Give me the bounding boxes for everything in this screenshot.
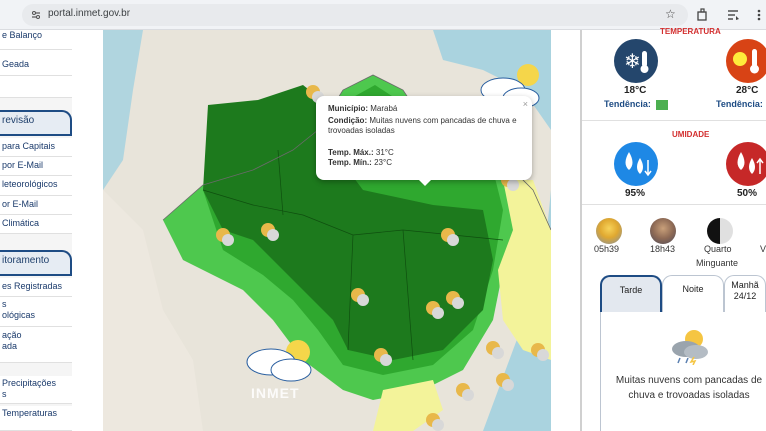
reading-list-icon[interactable]: [726, 8, 740, 22]
sidebar-item-label: ação: [2, 330, 22, 340]
sidebar-item-label: s: [2, 299, 7, 309]
sidebar-item-label: Precipitações: [2, 378, 57, 388]
sunrise-icon: [596, 218, 622, 244]
popup-condicao-label: Condição:: [328, 116, 368, 125]
popup-tmax-value: 31°C: [375, 148, 394, 157]
section-divider: [582, 204, 766, 205]
bookmark-star-icon[interactable]: ☆: [665, 7, 676, 21]
city-popup[interactable]: × Município: Marabá Condição: Muitas nuv…: [316, 96, 532, 186]
sidebar-item-label: Geada: [2, 59, 30, 69]
sidebar-section-previsao[interactable]: revisão: [0, 110, 72, 136]
forecast-panel: TEMPERATURA ❄ 18°C Tendência: 28°C Tendê…: [582, 27, 766, 431]
weather-map[interactable]: INMET: [103, 30, 551, 431]
sidebar-item-label: leteorológicos: [2, 179, 58, 189]
sidebar-item-climatica[interactable]: Climática: [0, 215, 72, 234]
sidebar-item-label: por E-Mail: [2, 160, 44, 170]
url-text[interactable]: portal.inmet.gov.br: [48, 8, 130, 19]
trend-label-min: Tendência:: [604, 99, 651, 109]
max-humidity-value: 95%: [625, 188, 646, 199]
sidebar-item-meteorologicos[interactable]: leteorológicos: [0, 176, 72, 196]
min-temp-value: 18°C: [624, 85, 647, 96]
inmet-watermark: INMET: [251, 385, 300, 401]
sidebar-section-title: revisão: [2, 115, 35, 126]
sidebar-section-monitoramento[interactable]: itoramento: [0, 250, 72, 276]
sidebar-item-temperaturas[interactable]: Temperaturas: [0, 406, 72, 431]
map-canvas[interactable]: [103, 30, 551, 431]
thunderstorm-icon: [672, 330, 708, 365]
site-info-icon[interactable]: [30, 9, 42, 21]
sidebar-item-email[interactable]: por E-Mail: [0, 157, 72, 176]
browser-toolbar: portal.inmet.gov.br ☆: [0, 0, 766, 30]
sidebar-item-meteorologicas[interactable]: s ológicas: [0, 297, 72, 327]
moon-phase-icon: [707, 218, 733, 244]
tab-label: Noite: [682, 284, 704, 294]
sidebar-item-label: Climática: [2, 218, 40, 228]
sidebar-item-label: ológicas: [2, 310, 36, 320]
sunrise-time: 05h39: [594, 244, 620, 254]
sidebar-item-label: s: [2, 389, 7, 399]
sidebar-item-label: or E-Mail: [2, 199, 39, 209]
left-sidebar: e Balanço Geada revisão para Capitais po…: [0, 30, 72, 431]
sunset-time: 18h43: [650, 244, 676, 254]
sidebar-item-geada[interactable]: Geada: [0, 50, 72, 76]
popup-close-button[interactable]: ×: [523, 99, 528, 109]
sidebar-item-estacao[interactable]: ação ada: [0, 327, 72, 363]
sidebar-item-label: ada: [2, 341, 18, 351]
forecast-description: Muitas nuvens com pancadas de chuva e tr…: [615, 375, 763, 401]
popup-tail: [418, 179, 432, 186]
sidebar-item-label: Temperaturas: [2, 408, 58, 418]
popup-municipio-label: Município:: [328, 104, 368, 113]
menu-kebab-icon[interactable]: [752, 8, 766, 22]
min-humidity-icon: [726, 142, 766, 186]
sidebar-item-registradas[interactable]: es Registradas: [0, 278, 72, 297]
sidebar-item-capitais[interactable]: para Capitais: [0, 138, 72, 157]
trend-stable-icon: [656, 100, 668, 110]
tab-label: Manhã: [731, 280, 759, 290]
popup-tmin-label: Temp. Mín.:: [328, 158, 372, 167]
moon-extra-label: V: [760, 244, 766, 254]
tab-manha[interactable]: Manhã 24/12: [724, 275, 766, 312]
sunset-icon: [650, 218, 676, 244]
popup-tmax-label: Temp. Máx.:: [328, 148, 374, 157]
page-gap: [551, 30, 580, 431]
extensions-icon[interactable]: [696, 8, 710, 22]
address-bar[interactable]: portal.inmet.gov.br ☆: [22, 4, 688, 26]
humidity-title: UMIDADE: [672, 130, 710, 139]
sidebar-item-label: para Capitais: [2, 141, 56, 151]
tab-tarde[interactable]: Tarde: [600, 275, 662, 312]
sidebar-item-label: es Registradas: [2, 281, 63, 291]
trend-label-max: Tendência:: [716, 99, 763, 109]
tab-noite[interactable]: Noite: [662, 275, 724, 312]
sidebar-item-por-email[interactable]: or E-Mail: [0, 196, 72, 215]
sidebar-section-title: itoramento: [2, 255, 50, 266]
moon-phase-label: Quarto: [704, 244, 732, 254]
sidebar-item-balanco[interactable]: e Balanço: [0, 30, 72, 50]
popup-municipio-value: Marabá: [370, 104, 398, 113]
min-temp-icon: ❄: [614, 39, 658, 83]
tab-date: 24/12: [733, 291, 757, 301]
temperature-title: TEMPERATURA: [660, 27, 721, 36]
map-gutter: [72, 30, 102, 431]
max-humidity-icon: [614, 142, 658, 186]
sidebar-item-blank[interactable]: [0, 76, 72, 98]
min-humidity-value: 50%: [737, 188, 758, 199]
popup-tmin-value: 23°C: [374, 158, 392, 167]
svg-text:❄: ❄: [624, 49, 641, 73]
tab-label: Tarde: [619, 285, 643, 295]
max-temp-value: 28°C: [736, 85, 759, 96]
sidebar-item-precipitacoes[interactable]: Precipitações s: [0, 376, 72, 404]
moon-phase-sub: Minguante: [696, 258, 739, 268]
max-temp-icon: [726, 39, 766, 83]
sidebar-item-label: e Balanço: [2, 30, 43, 40]
section-divider: [582, 120, 766, 121]
